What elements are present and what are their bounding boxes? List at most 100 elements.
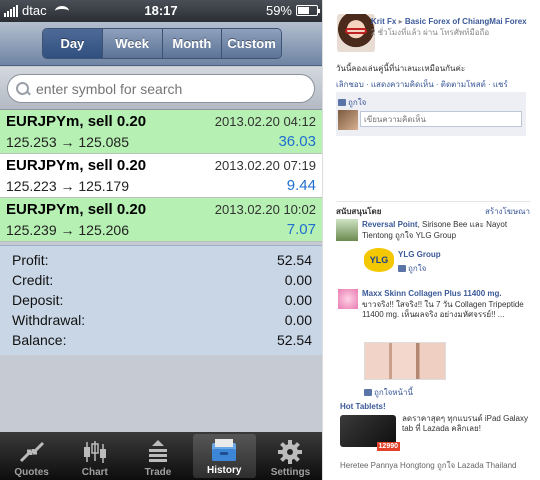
order-time: 2013.02.20 04:12 — [214, 114, 316, 129]
tablet-image[interactable]: 12990 — [340, 415, 400, 451]
like-icon — [364, 389, 372, 396]
battery-icon — [296, 5, 320, 16]
chart-icon — [83, 441, 106, 463]
ad-thumbnail[interactable] — [338, 289, 358, 309]
battery-percent: 59% — [265, 3, 292, 18]
segment-day[interactable]: Day — [43, 29, 103, 58]
group-name[interactable]: Basic Forex of ChiangMai Forex — [405, 17, 527, 26]
create-ad-link[interactable]: สร้างโฆษณา — [485, 205, 530, 218]
summary-row-credit: Credit: 0.00 — [12, 272, 312, 292]
order-time: 2013.02.20 07:19 — [214, 158, 316, 173]
tab-history[interactable]: History — [192, 434, 256, 478]
ad-friend-link[interactable]: Reversal Point — [362, 220, 418, 229]
ad-thumbnail[interactable] — [336, 219, 358, 241]
like-label: ถูกใจหน้านี้ — [374, 388, 413, 397]
ylg-logo[interactable]: YLG — [364, 248, 394, 272]
summary-value: 0.00 — [284, 272, 312, 288]
order-profit: 36.03 — [278, 133, 316, 150]
order-row[interactable]: EURJPYm, sell 0.20 2013.02.20 04:12 125.… — [0, 110, 322, 154]
history-icon — [212, 439, 237, 461]
likes-box: ถูกใจ — [336, 92, 526, 136]
summary-value: 0.00 — [284, 292, 312, 308]
ad-body: ลดราคาสุดๆ ทุกแบรนด์ iPad Galaxy tab ที่… — [402, 414, 528, 433]
trade-icon — [149, 440, 167, 462]
likes-line[interactable]: ถูกใจ — [338, 96, 366, 109]
order-profit: 9.44 — [286, 177, 316, 194]
summary-label: Credit: — [12, 272, 54, 288]
tab-label: History — [206, 465, 242, 476]
order-symbol: EURJPYm, sell 0.20 — [6, 201, 147, 218]
order-row[interactable]: EURJPYm, sell 0.20 2013.02.20 07:19 125.… — [0, 154, 322, 198]
search-box[interactable] — [7, 74, 315, 103]
like-icon — [338, 99, 346, 106]
account-summary: Profit: 52.54 Credit: 0.00 Deposit: 0.00 Wi… — [0, 245, 322, 355]
ad-like-link[interactable]: ถูกใจ — [398, 262, 426, 275]
summary-row-withdrawal: Withdrawal: 0.00 — [12, 312, 312, 332]
summary-label: Withdrawal: — [12, 312, 86, 328]
comment-input[interactable] — [360, 111, 522, 127]
ad-social-text: Reversal Point, Sirisone Bee และ Nayot T… — [362, 219, 532, 241]
tab-quotes[interactable]: Quotes — [0, 432, 63, 480]
post-meta: 2 ชั่วโมงที่แล้ว ผ่าน โทรศัพท์มือถือ — [371, 28, 490, 37]
nav-bar: Day Week Month Custom — [0, 22, 322, 66]
order-prices: 125.223 → 125.179 — [6, 178, 129, 194]
ad-title[interactable]: Hot Tablets! — [340, 402, 386, 411]
arrow-icon: ▸ — [398, 17, 403, 26]
summary-row-profit: Profit: 52.54 — [12, 252, 312, 272]
summary-value: 52.54 — [276, 332, 312, 348]
period-segmented-control: Day Week Month Custom — [42, 28, 282, 59]
glasses-graphic — [345, 28, 367, 34]
order-symbol: EURJPYm, sell 0.20 — [6, 113, 147, 130]
sponsored-label: สนับสนุนโดย — [336, 207, 382, 216]
tab-label: Quotes — [14, 467, 49, 478]
author-avatar[interactable] — [337, 14, 375, 52]
summary-value: 52.54 — [276, 252, 312, 268]
post-text: วันนี้ลองเล่นคู่นี้ที่น่าเลนะเหมือนกันค่… — [336, 64, 466, 73]
order-row[interactable]: EURJPYm, sell 0.20 2013.02.20 10:02 125.… — [0, 198, 322, 242]
search-icon — [16, 81, 30, 96]
likes-label: ถูกใจ — [348, 98, 367, 107]
summary-label: Deposit: — [12, 292, 64, 308]
screenshot: dtac 18:17 59% Day Week Month Custom ent… — [0, 0, 540, 480]
order-prices: 125.253 → 125.085 — [6, 134, 129, 150]
order-prices: 125.239 → 125.206 — [6, 222, 129, 238]
segment-custom[interactable]: Custom — [222, 29, 281, 58]
post-actions[interactable]: เลิกชอบ · แสดงความคิดเห็น · ติดตามโพสต์ … — [336, 78, 508, 91]
order-symbol: EURJPYm, sell 0.20 — [6, 157, 147, 174]
tab-label: Trade — [144, 467, 172, 478]
tab-chart[interactable]: Chart — [63, 432, 126, 480]
summary-row-deposit: Deposit: 0.00 — [12, 292, 312, 312]
summary-label: Balance: — [12, 332, 67, 348]
gear-icon — [278, 440, 303, 464]
tab-label: Settings — [270, 467, 311, 478]
status-bar: dtac 18:17 59% — [0, 0, 322, 22]
ad-body: ขาวจริง!! ใสจริง!! ใน 7 วัน Collagen Tri… — [362, 300, 524, 319]
segment-month[interactable]: Month — [162, 29, 223, 58]
like-label: ถูกใจ — [408, 264, 427, 273]
ad-title[interactable]: Maxx Skinn Collagen Plus 11400 mg. — [362, 289, 502, 298]
tab-label: Chart — [81, 467, 108, 478]
ad-photo[interactable] — [364, 342, 446, 380]
sponsored-header: สนับสนุนโดย สร้างโฆษณา — [336, 201, 530, 218]
author-name[interactable]: Krit Fx — [371, 17, 396, 26]
mt4-phone-app: dtac 18:17 59% Day Week Month Custom ent… — [0, 0, 322, 480]
summary-label: Profit: — [12, 252, 49, 268]
ad-like-link[interactable]: ถูกใจหน้านี้ — [364, 386, 413, 399]
post-header: Krit Fx ▸ Basic Forex of ChiangMai Forex… — [371, 16, 537, 38]
ad-page-name[interactable]: YLG Group — [398, 250, 441, 259]
order-history-list: EURJPYm, sell 0.20 2013.02.20 04:12 125.… — [0, 110, 322, 242]
search-bar — [0, 67, 322, 110]
tab-trade[interactable]: Trade — [126, 432, 189, 480]
tab-settings[interactable]: Settings — [259, 432, 322, 480]
battery-area: 59% — [265, 3, 320, 18]
commenter-avatar — [338, 110, 358, 130]
summary-value: 0.00 — [284, 312, 312, 328]
like-icon — [398, 265, 406, 272]
order-profit: 7.07 — [286, 221, 316, 238]
segment-week[interactable]: Week — [102, 29, 163, 58]
summary-row-balance: Balance: 52.54 — [12, 332, 312, 352]
search-input[interactable] — [36, 80, 296, 97]
tab-bar: Quotes Chart Trade History Settings — [0, 432, 322, 480]
price-tag: 12990 — [376, 442, 400, 451]
order-time: 2013.02.20 10:02 — [214, 202, 316, 217]
